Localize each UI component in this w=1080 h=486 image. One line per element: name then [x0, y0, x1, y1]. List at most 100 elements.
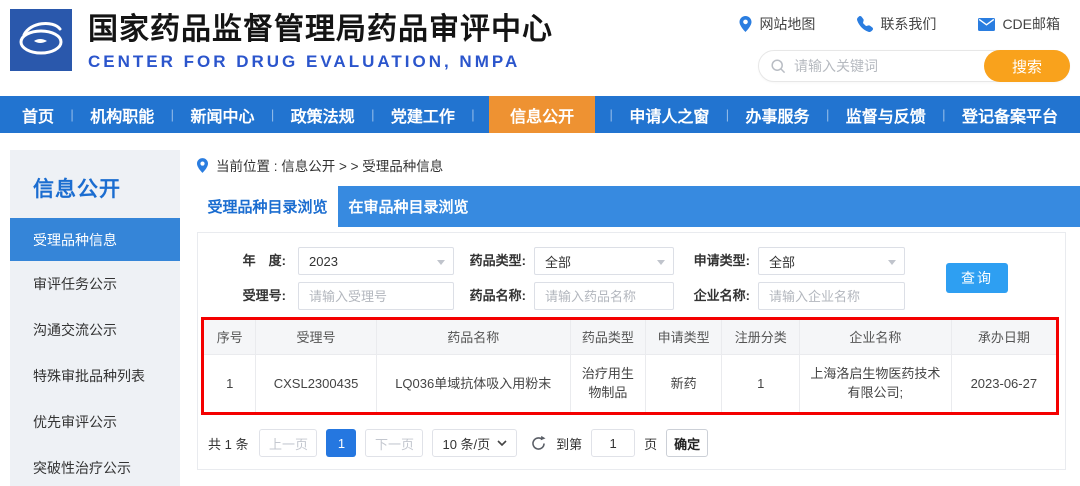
cell-application-type: 新药 — [644, 353, 723, 412]
nav-separator — [726, 96, 729, 133]
site-search: 搜索 — [758, 50, 1070, 82]
nav-item-supervision-feedback[interactable]: 监督与反馈 — [844, 96, 928, 133]
drug-name-input[interactable] — [534, 282, 674, 310]
nav-item-applicant-window[interactable]: 申请人之窗 — [627, 96, 711, 133]
nav-separator — [610, 96, 613, 133]
location-pin-icon — [197, 157, 208, 173]
sidebar-item-special-approval[interactable]: 特殊审批品种列表 — [10, 353, 180, 399]
contact-us-label: 联系我们 — [880, 16, 937, 32]
company-name-input[interactable] — [758, 282, 905, 310]
brand-block: 国家药品监督管理局药品审评中心 CENTER FOR DRUG EVALUATI… — [88, 13, 553, 72]
nav-separator — [70, 96, 73, 133]
sidebar-item-accepted-varieties[interactable]: 受理品种信息 — [10, 218, 180, 261]
sidebar-title: 信息公开 — [33, 178, 121, 201]
acceptance-no-input[interactable] — [298, 282, 454, 310]
main-nav: 首页 机构职能 新闻中心 政策法规 党建工作 信息公开 申请人之窗 办事服务 监… — [0, 96, 1080, 133]
results-table-highlight: 序号 受理号 药品名称 药品类型 申请类型 注册分类 企业名称 承办日期 1 C… — [201, 317, 1059, 415]
next-page-button[interactable]: 下一页 — [365, 429, 424, 457]
page-size-value: 10 条/页 — [442, 436, 491, 452]
sitemap-link[interactable]: 网站地图 — [739, 14, 815, 34]
site-header: 国家药品监督管理局药品审评中心 CENTER FOR DRUG EVALUATI… — [0, 0, 1080, 96]
nav-item-functions[interactable]: 机构职能 — [88, 96, 156, 133]
cde-mail-label: CDE邮箱 — [1002, 16, 1060, 32]
nav-item-party-building[interactable]: 党建工作 — [389, 96, 457, 133]
search-button[interactable]: 搜索 — [984, 50, 1070, 82]
confirm-button[interactable]: 确定 — [666, 429, 709, 457]
cde-mail-link[interactable]: CDE邮箱 — [978, 14, 1060, 34]
table-row[interactable]: 1 CXSL2300435 LQ036单域抗体吸入用粉末 治疗用生物制品 新药 … — [204, 353, 1056, 412]
cde-website-page: 国家药品监督管理局药品审评中心 CENTER FOR DRUG EVALUATI… — [0, 0, 1080, 486]
cell-company: 上海洛启生物医药技术有限公司; — [799, 353, 952, 412]
tab-under-review-catalog[interactable]: 在审品种目录浏览 — [338, 186, 479, 227]
breadcrumb: 当前位置 : 信息公开 > > 受理品种信息 — [197, 155, 443, 175]
nav-separator — [471, 96, 474, 133]
nav-separator — [826, 96, 829, 133]
refresh-icon[interactable] — [530, 435, 547, 452]
year-select[interactable]: 2023 — [298, 247, 454, 275]
jump-page-input[interactable] — [591, 429, 636, 457]
col-header-acceptance-no: 受理号 — [255, 320, 377, 355]
drug-type-select[interactable]: 全部 — [534, 247, 674, 275]
acceptance-no-label: 受理号: — [242, 288, 286, 303]
location-pin-icon — [739, 16, 752, 32]
cell-acceptance-no: CXSL2300435 — [255, 353, 377, 412]
cell-drug-type: 治疗用生物制品 — [569, 353, 646, 412]
search-icon — [771, 58, 786, 74]
drug-name-label: 药品名称: — [469, 288, 526, 303]
year-label: 年 度: — [242, 253, 286, 268]
jump-unit-label: 页 — [644, 436, 658, 452]
cell-drug-name: LQ036单域抗体吸入用粉末 — [375, 353, 571, 412]
chevron-down-icon — [888, 260, 896, 265]
cell-registration-class: 1 — [721, 353, 801, 412]
sitemap-label: 网站地图 — [759, 16, 816, 32]
prev-page-button[interactable]: 上一页 — [259, 429, 318, 457]
col-header-company: 企业名称 — [799, 320, 952, 355]
sidebar-item-communication[interactable]: 沟通交流公示 — [10, 307, 180, 353]
nav-item-services[interactable]: 办事服务 — [744, 96, 812, 133]
chevron-down-icon — [437, 260, 445, 265]
nav-item-policies[interactable]: 政策法规 — [289, 96, 357, 133]
sidebar-item-review-tasks[interactable]: 审评任务公示 — [10, 261, 180, 307]
nav-separator — [371, 96, 374, 133]
phone-icon — [857, 16, 874, 32]
cell-handle-date: 2023-06-27 — [950, 353, 1056, 412]
cde-logo-icon — [10, 9, 72, 71]
company-name-label: 企业名称: — [693, 288, 750, 303]
page-size-select[interactable]: 10 条/页 — [432, 429, 518, 457]
catalog-tabs: 受理品种目录浏览 在审品种目录浏览 — [197, 186, 1080, 227]
nav-item-info-disclosure[interactable]: 信息公开 — [489, 96, 596, 133]
results-table: 序号 受理号 药品名称 药品类型 申请类型 注册分类 企业名称 承办日期 1 C… — [204, 320, 1056, 412]
col-header-application-type: 申请类型 — [644, 320, 723, 355]
cde-logo — [10, 9, 72, 71]
query-button[interactable]: 查询 — [946, 263, 1008, 293]
year-select-value: 2023 — [309, 253, 338, 269]
nav-item-home[interactable]: 首页 — [20, 96, 56, 133]
col-header-seq: 序号 — [204, 320, 257, 355]
content-card: 年 度: 2023 药品类型: 全部 申请类型: 全部 受理号: 药品名称: 企… — [197, 232, 1066, 470]
sidebar-item-priority-review[interactable]: 优先审评公示 — [10, 399, 180, 445]
nav-separator — [271, 96, 274, 133]
site-subtitle: CENTER FOR DRUG EVALUATION, NMPA — [88, 52, 521, 71]
sidebar: 信息公开 受理品种信息 审评任务公示 沟通交流公示 特殊审批品种列表 优先审评公… — [10, 150, 180, 486]
nav-item-registration-platform[interactable]: 登记备案平台 — [960, 96, 1060, 133]
drug-type-label: 药品类型: — [469, 253, 526, 268]
current-page-button[interactable]: 1 — [326, 429, 357, 457]
chevron-down-icon — [497, 440, 507, 446]
site-title: 国家药品监督管理局药品审评中心 — [88, 13, 553, 46]
total-count: 共 1 条 — [208, 436, 249, 452]
col-header-drug-type: 药品类型 — [569, 320, 646, 355]
application-type-select[interactable]: 全部 — [758, 247, 905, 275]
contact-us-link[interactable]: 联系我们 — [857, 14, 936, 34]
quick-links: 网站地图 联系我们 CDE邮箱 — [739, 14, 1060, 34]
cell-seq: 1 — [204, 353, 257, 412]
application-type-label: 申请类型: — [693, 253, 750, 268]
nav-item-news[interactable]: 新闻中心 — [188, 96, 256, 133]
table-header-row: 序号 受理号 药品名称 药品类型 申请类型 注册分类 企业名称 承办日期 — [204, 320, 1056, 355]
tab-accepted-catalog[interactable]: 受理品种目录浏览 — [197, 186, 338, 227]
col-header-registration-class: 注册分类 — [721, 320, 801, 355]
search-input[interactable] — [786, 58, 984, 74]
chevron-down-icon — [657, 260, 665, 265]
sidebar-item-breakthrough-therapy[interactable]: 突破性治疗公示 — [10, 445, 180, 486]
mail-icon — [978, 17, 996, 31]
nav-separator — [171, 96, 174, 133]
